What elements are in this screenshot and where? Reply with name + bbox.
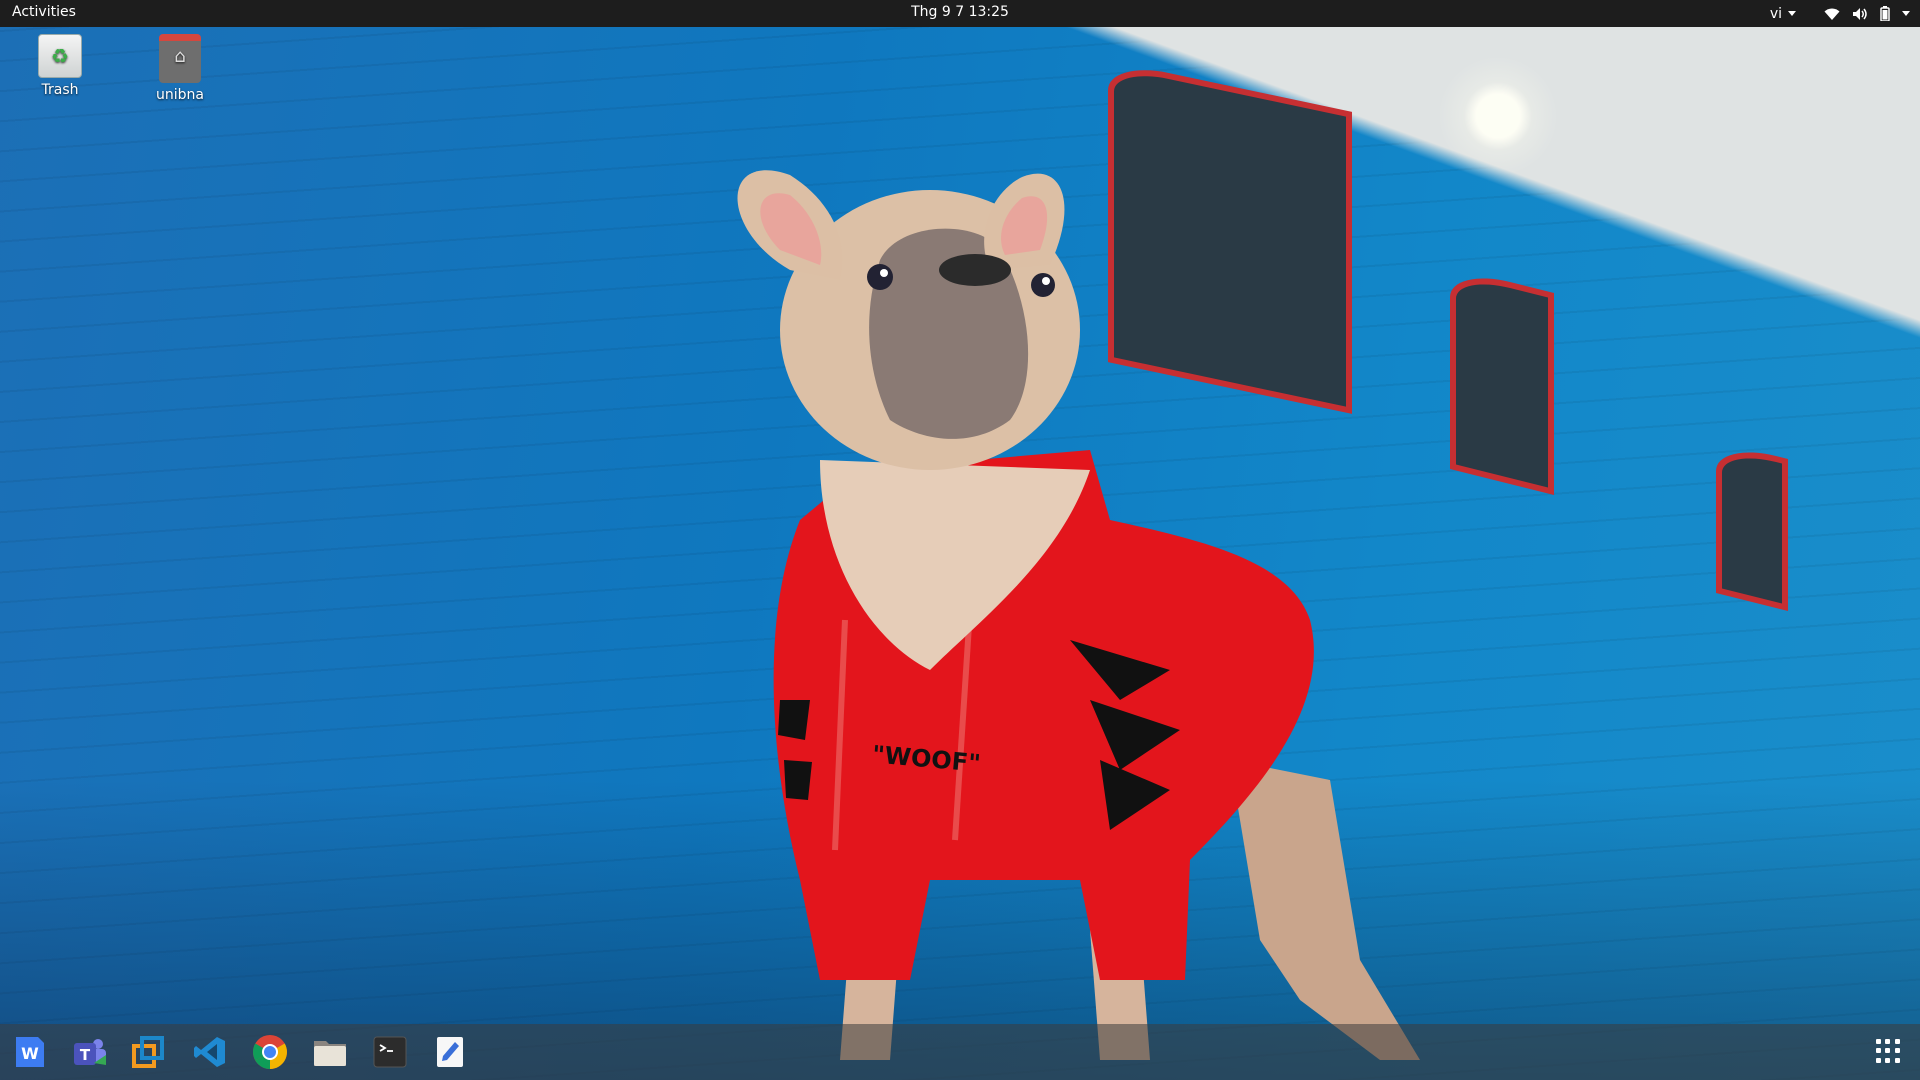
desktop-icon-label: unibna	[156, 87, 204, 103]
dock-app-teams[interactable]: T	[70, 1032, 110, 1072]
wallpaper-dog	[737, 170, 1420, 1060]
desktop-wallpaper: "WOOF"	[0, 0, 1920, 1080]
desktop-icon-trash[interactable]: Trash	[10, 34, 110, 98]
svg-text:W: W	[21, 1044, 39, 1063]
trash-icon	[38, 34, 82, 78]
wifi-icon	[1824, 8, 1840, 20]
activities-button[interactable]: Activities	[12, 4, 76, 20]
input-method-caret-icon	[1788, 11, 1796, 16]
vmware-icon	[132, 1036, 164, 1068]
show-applications-icon[interactable]	[1876, 1039, 1900, 1063]
teams-icon: T	[74, 1039, 106, 1065]
system-menu[interactable]	[1824, 6, 1910, 21]
desktop-icon-home-folder[interactable]: unibna	[130, 34, 230, 103]
input-method-label: vi	[1769, 5, 1782, 22]
desktop-icon-label: Trash	[41, 82, 79, 98]
dock-app-files[interactable]	[310, 1032, 350, 1072]
top-bar: Activities Thg 9 7 13:25 vi	[0, 0, 1920, 27]
wps-writer-icon: W	[16, 1037, 44, 1067]
volume-icon	[1853, 7, 1867, 20]
dock-app-vmware[interactable]	[130, 1032, 170, 1072]
dock-app-terminal[interactable]	[370, 1032, 410, 1072]
dock-app-vscode[interactable]	[190, 1032, 230, 1072]
input-method-menu[interactable]: vi	[1770, 6, 1796, 22]
dock-app-wps-writer[interactable]: W	[10, 1032, 50, 1072]
terminal-icon	[373, 1036, 407, 1068]
clock-button[interactable]: Thg 9 7 13:25	[911, 4, 1009, 20]
files-icon	[314, 1041, 346, 1066]
dock-app-text-editor[interactable]	[430, 1032, 470, 1072]
system-menu-caret-icon	[1902, 11, 1910, 16]
home-folder-icon	[159, 34, 201, 83]
dock: W T	[0, 1024, 1920, 1080]
svg-text:T: T	[80, 1046, 91, 1064]
chrome-icon	[253, 1035, 287, 1069]
system-tray: vi	[1770, 0, 1910, 27]
dock-app-chrome[interactable]	[250, 1032, 290, 1072]
vscode-icon	[194, 1037, 225, 1067]
text-editor-icon	[437, 1037, 463, 1067]
battery-icon	[1880, 6, 1890, 21]
